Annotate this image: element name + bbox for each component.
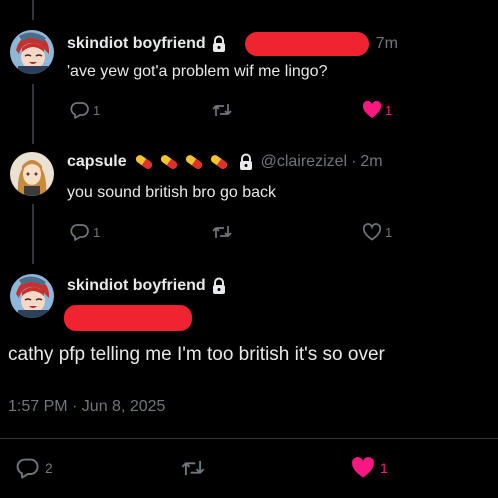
redaction-bar bbox=[64, 305, 192, 331]
redaction-bar bbox=[244, 32, 369, 56]
lock-icon bbox=[238, 153, 254, 171]
lock-icon bbox=[211, 277, 227, 295]
reply-count: 1 bbox=[93, 224, 101, 240]
author-name[interactable]: skindiot boyfriend bbox=[67, 35, 206, 53]
heart-outline-icon bbox=[362, 223, 382, 241]
like-count: 1 bbox=[380, 460, 388, 476]
avatar[interactable] bbox=[10, 152, 54, 196]
thread-line-2 bbox=[32, 204, 34, 264]
post-header: skindiot boyfriend bbox=[67, 277, 227, 295]
post-time[interactable]: 7m bbox=[376, 35, 398, 53]
reply-button[interactable]: 1 bbox=[70, 100, 100, 120]
reply-button[interactable]: 2 bbox=[16, 456, 53, 480]
post-header: skindiot boyfriend 7m bbox=[67, 32, 398, 56]
repost-icon bbox=[212, 104, 232, 116]
separator-dot: · bbox=[351, 153, 357, 170]
thread-line-1 bbox=[32, 84, 34, 144]
pill-emoji-icon bbox=[158, 153, 180, 171]
reply-button[interactable]: 1 bbox=[70, 222, 100, 242]
reply-icon bbox=[70, 102, 89, 119]
reply-icon bbox=[70, 224, 89, 241]
reply-count: 2 bbox=[45, 460, 53, 476]
pill-emoji-icon bbox=[133, 153, 155, 171]
pill-emoji-icon bbox=[208, 153, 230, 171]
repost-button[interactable] bbox=[211, 100, 233, 120]
repost-button[interactable] bbox=[211, 222, 233, 242]
like-count: 1 bbox=[385, 224, 393, 240]
post-text: cathy pfp telling me I'm too british it'… bbox=[8, 344, 385, 365]
like-button[interactable]: 1 bbox=[362, 222, 392, 242]
post-timestamp[interactable]: 1:57 PM · Jun 8, 2025 bbox=[8, 398, 165, 416]
post-header: capsule @clairezizel · 2m bbox=[67, 153, 383, 171]
avatar[interactable] bbox=[10, 30, 54, 74]
author-name[interactable]: capsule bbox=[67, 153, 127, 171]
like-count: 1 bbox=[385, 102, 393, 118]
reply-icon bbox=[16, 458, 39, 479]
tweet-thread: skindiot boyfriend 7m 'ave yew got'a pro… bbox=[0, 0, 498, 498]
pill-emoji-icon bbox=[183, 153, 205, 171]
heart-filled-icon bbox=[352, 457, 374, 478]
post-text: you sound british bro go back bbox=[67, 184, 277, 201]
like-button[interactable]: 1 bbox=[362, 100, 392, 120]
lock-icon bbox=[211, 35, 227, 53]
avatar[interactable] bbox=[10, 274, 54, 318]
repost-button[interactable] bbox=[180, 456, 206, 480]
heart-filled-icon bbox=[362, 100, 382, 118]
repost-icon bbox=[212, 226, 232, 238]
like-button[interactable]: 1 bbox=[351, 456, 388, 480]
user-handle[interactable]: @clairezizel bbox=[261, 153, 347, 171]
reply-count: 1 bbox=[93, 102, 101, 118]
post-time[interactable]: 2m bbox=[360, 153, 382, 171]
repost-icon bbox=[181, 460, 205, 476]
post-text: 'ave yew got'a problem wif me lingo? bbox=[67, 63, 328, 80]
divider bbox=[0, 438, 498, 439]
thread-line-top bbox=[32, 0, 34, 20]
author-name[interactable]: skindiot boyfriend bbox=[67, 277, 206, 295]
